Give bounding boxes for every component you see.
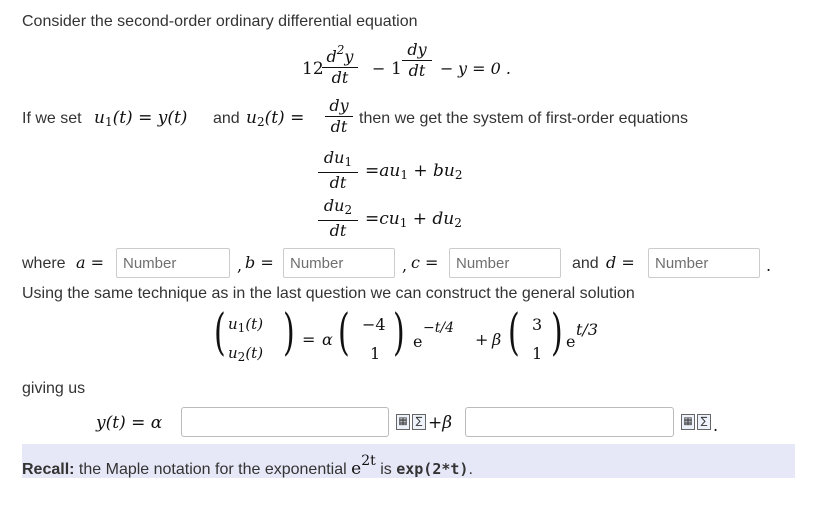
setup-frac-dy: dy dt bbox=[325, 96, 353, 137]
var-a: a bbox=[76, 253, 86, 272]
plus-beta: +β bbox=[428, 413, 453, 433]
preview-icon[interactable]: ▦ bbox=[396, 414, 410, 430]
v1-top: −4 bbox=[362, 315, 386, 334]
recall-code: exp(2*t) bbox=[396, 460, 469, 478]
preview-icon-2[interactable]: ▦ bbox=[681, 414, 695, 430]
where-and: and bbox=[572, 255, 599, 272]
recall-exp-power: 2t bbox=[361, 453, 376, 469]
input-d[interactable] bbox=[648, 248, 760, 278]
recall-end: . bbox=[468, 461, 473, 478]
recall-is: is bbox=[380, 461, 392, 478]
setup-prefix: If we set bbox=[22, 110, 82, 127]
alpha-symbol: α bbox=[322, 330, 333, 349]
beta-symbol: β bbox=[492, 330, 502, 349]
var-d: d bbox=[606, 253, 617, 272]
answer-beta-input[interactable] bbox=[465, 407, 674, 437]
system-frac-du2: du2 dt bbox=[318, 196, 358, 241]
setup-and: and bbox=[213, 110, 240, 127]
v2-bottom: 1 bbox=[532, 344, 543, 363]
help-icon[interactable]: ∑ bbox=[412, 414, 426, 430]
ode-coef2: 1 bbox=[391, 59, 402, 79]
recall-bold: Recall: bbox=[22, 461, 75, 478]
input-c[interactable] bbox=[449, 248, 561, 278]
help-icon-2[interactable]: ∑ bbox=[697, 414, 711, 430]
technique-text: Using the same technique as in the last … bbox=[22, 285, 635, 302]
v1-bottom: 1 bbox=[370, 344, 381, 363]
input-b[interactable] bbox=[283, 248, 395, 278]
recall-text: the Maple notation for the exponential bbox=[78, 461, 347, 478]
ode-frac-dy: dy dt bbox=[402, 40, 432, 81]
ode-coef1: 12 bbox=[302, 59, 324, 79]
ode-tail: y = 0 . bbox=[458, 59, 511, 78]
answer-alpha-input[interactable] bbox=[181, 407, 389, 437]
exp1: −t/4 bbox=[423, 320, 454, 336]
giving-text: giving us bbox=[22, 380, 86, 397]
intro-text: Consider the second-order ordinary diffe… bbox=[22, 13, 418, 30]
recall-exp-base: e bbox=[351, 459, 362, 479]
recall-text-line: Recall: the Maple notation for the expon… bbox=[22, 453, 473, 479]
exp2: t/3 bbox=[576, 320, 598, 339]
v2-top: 3 bbox=[532, 315, 543, 334]
system-frac-du1: du1 dt bbox=[318, 148, 358, 193]
ode-frac-d2y: d2y dt bbox=[322, 40, 358, 88]
setup-suffix: then we get the system of first-order eq… bbox=[359, 110, 689, 127]
where-label: where bbox=[22, 255, 66, 272]
input-a[interactable] bbox=[116, 248, 230, 278]
var-b: b bbox=[245, 253, 256, 272]
answer-lhs: y(t) = α bbox=[96, 413, 163, 433]
var-c: c bbox=[411, 253, 420, 272]
